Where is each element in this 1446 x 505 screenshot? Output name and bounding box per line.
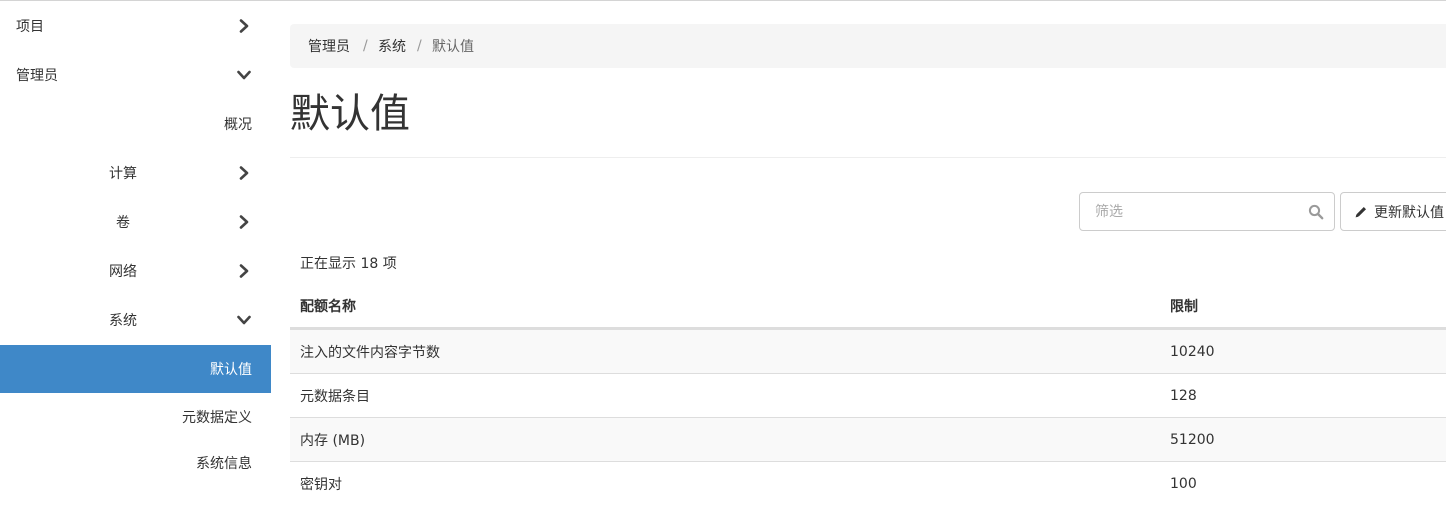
sidebar-item-metadata-definitions[interactable]: 元数据定义 bbox=[0, 392, 271, 441]
sidebar-item-label: 管理员 bbox=[16, 67, 58, 84]
filter-input[interactable] bbox=[1080, 193, 1300, 230]
sidebar-item-network[interactable]: 网络 bbox=[0, 246, 271, 295]
sidebar-item-label: 项目 bbox=[16, 18, 44, 35]
column-header-limit[interactable]: 限制 bbox=[1170, 296, 1198, 316]
item-count: 正在显示 18 项 bbox=[300, 256, 397, 272]
quota-name-cell: 内存 (MB) bbox=[300, 432, 366, 449]
chevron-right-icon bbox=[239, 263, 249, 278]
sidebar-item-system[interactable]: 系统 bbox=[0, 295, 271, 344]
pencil-icon bbox=[1355, 207, 1366, 218]
chevron-right-icon bbox=[239, 165, 249, 180]
quota-name-cell: 注入的文件内容字节数 bbox=[300, 344, 440, 361]
chevron-down-icon bbox=[237, 70, 251, 79]
sidebar-item-system-info[interactable]: 系统信息 bbox=[0, 438, 271, 487]
sidebar-item-label: 概况 bbox=[224, 116, 252, 133]
sidebar-item-defaults[interactable]: 默认值 bbox=[0, 345, 271, 393]
table-row: 密钥对 100 bbox=[290, 461, 1446, 505]
sidebar-item-admin[interactable]: 管理员 bbox=[0, 50, 271, 99]
update-defaults-label: 更新默认值 bbox=[1374, 204, 1444, 221]
sidebar-item-label: 默认值 bbox=[210, 362, 252, 378]
table-row: 注入的文件内容字节数 10240 bbox=[290, 329, 1446, 373]
update-defaults-button[interactable]: 更新默认值 bbox=[1340, 192, 1446, 231]
quota-limit-cell: 100 bbox=[1170, 475, 1197, 492]
sidebar-item-label: 卷 bbox=[116, 214, 130, 231]
quota-limit-cell: 10240 bbox=[1170, 343, 1215, 360]
breadcrumb: 管理员 / 系统 / 默认值 bbox=[290, 24, 1446, 68]
filter-field[interactable] bbox=[1079, 192, 1335, 231]
sidebar-item-overview[interactable]: 概况 bbox=[0, 99, 271, 148]
chevron-right-icon bbox=[239, 214, 249, 229]
page-title: 默认值 bbox=[290, 91, 410, 137]
sidebar-item-label: 系统 bbox=[109, 312, 137, 329]
table-row: 元数据条目 128 bbox=[290, 373, 1446, 417]
quota-name-cell: 元数据条目 bbox=[300, 388, 370, 405]
breadcrumb-separator: / bbox=[363, 38, 368, 54]
sidebar-item-project[interactable]: 项目 bbox=[0, 1, 271, 50]
sidebar-item-label: 元数据定义 bbox=[182, 409, 252, 426]
sidebar-item-label: 网络 bbox=[109, 263, 137, 280]
quota-limit-cell: 128 bbox=[1170, 387, 1197, 404]
sidebar-item-volume[interactable]: 卷 bbox=[0, 197, 271, 246]
sidebar-item-label: 计算 bbox=[109, 165, 137, 182]
table-header: 配额名称 限制 bbox=[290, 284, 1446, 329]
title-divider bbox=[290, 157, 1446, 158]
chevron-right-icon bbox=[239, 18, 249, 33]
sidebar-item-compute[interactable]: 计算 bbox=[0, 148, 271, 197]
sidebar: 项目 管理员 概况 计算 卷 网络 系统 默认值 元数据定义 系统信息 bbox=[0, 1, 271, 492]
breadcrumb-separator: / bbox=[417, 38, 422, 54]
column-header-quota-name[interactable]: 配额名称 bbox=[300, 296, 356, 316]
quota-name-cell: 密钥对 bbox=[300, 476, 342, 493]
quota-table: 配额名称 限制 注入的文件内容字节数 10240 元数据条目 128 内存 (M… bbox=[290, 284, 1446, 505]
search-icon[interactable] bbox=[1308, 204, 1324, 220]
sidebar-item-label: 系统信息 bbox=[196, 455, 252, 472]
quota-limit-cell: 51200 bbox=[1170, 431, 1215, 448]
chevron-down-icon bbox=[237, 315, 251, 324]
breadcrumb-item-admin[interactable]: 管理员 bbox=[308, 36, 350, 56]
table-row: 内存 (MB) 51200 bbox=[290, 417, 1446, 461]
breadcrumb-item-defaults: 默认值 bbox=[432, 39, 474, 55]
breadcrumb-item-system[interactable]: 系统 bbox=[378, 36, 406, 56]
